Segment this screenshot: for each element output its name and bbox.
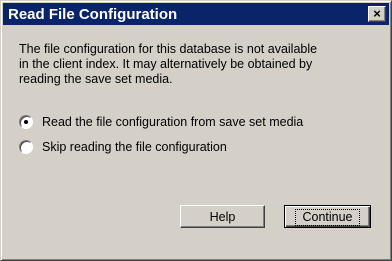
- option-label[interactable]: Read the file configuration from save se…: [42, 115, 303, 129]
- radio-dot-icon: [24, 120, 28, 124]
- dialog-window: Read File Configuration × The file confi…: [0, 0, 392, 261]
- continue-button-label: Continue: [295, 209, 360, 226]
- continue-button[interactable]: Continue: [284, 205, 371, 228]
- info-message: The file configuration for this database…: [19, 42, 318, 86]
- close-button[interactable]: ×: [368, 6, 386, 22]
- help-button[interactable]: Help: [180, 205, 265, 228]
- option-label[interactable]: Skip reading the file configuration: [42, 140, 227, 154]
- radio-button-unselected[interactable]: [19, 140, 33, 154]
- close-icon: ×: [373, 6, 381, 21]
- radio-button-selected[interactable]: [19, 115, 33, 129]
- option-read-from-media[interactable]: Read the file configuration from save se…: [19, 115, 303, 129]
- window-title: Read File Configuration: [8, 6, 178, 23]
- option-skip-reading[interactable]: Skip reading the file configuration: [19, 140, 227, 154]
- title-bar[interactable]: Read File Configuration ×: [3, 3, 389, 25]
